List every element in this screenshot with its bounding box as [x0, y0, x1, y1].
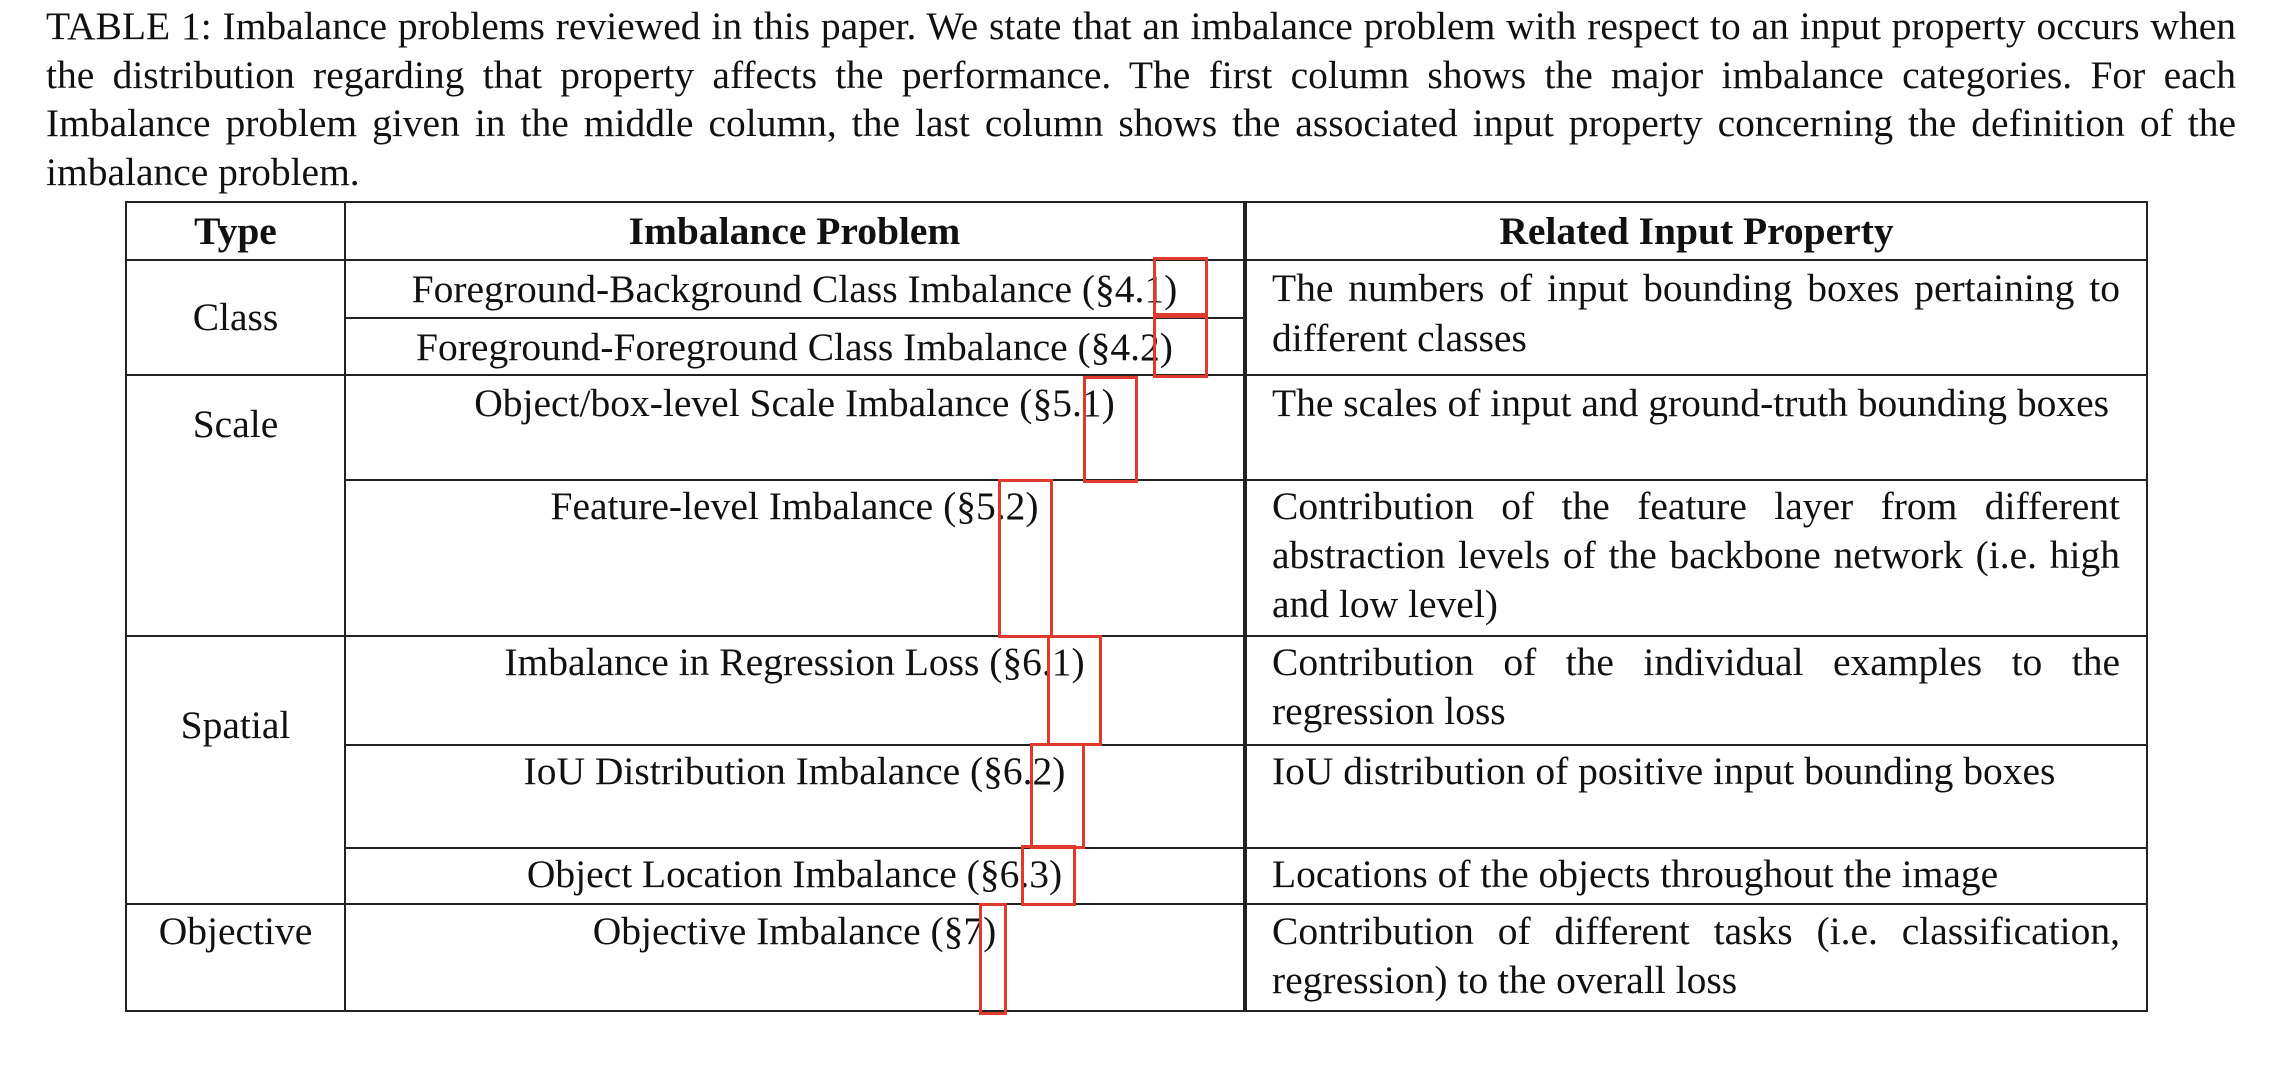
table-row: Objective Objective Imbalance (§7) Contr… — [125, 902, 2148, 1013]
property-cell: IoU distribution of positive input bound… — [1244, 743, 2148, 849]
table-row: Spatial Imbalance in Regression Loss (§6… — [125, 635, 2148, 905]
problem-cell: Object/box-level Scale Imbalance (§5.1) — [344, 374, 1247, 482]
table-caption: TABLE 1: Imbalance problems reviewed in … — [46, 4, 2236, 194]
problem-cell: Object Location Imbalance (§6.3) — [344, 846, 1247, 905]
problem-cell: IoU Distribution Imbalance (§6.2) — [344, 743, 1247, 849]
table-row: Object Location Imbalance (§6.3) Locatio… — [126, 846, 2148, 905]
problem-cell: Feature-level Imbalance (§5.2) — [344, 479, 1247, 638]
property-cell: Contribution of different tasks (i.e. cl… — [1244, 902, 2148, 1013]
header-related-input-property: Related Input Property — [1244, 201, 2148, 261]
table-row: Feature-level Imbalance (§5.2) Contribut… — [126, 479, 2148, 638]
table-row: Scale Object/box-level Scale Imbalance (… — [125, 374, 2148, 638]
table-row: IoU Distribution Imbalance (§6.2) IoU di… — [126, 743, 2148, 849]
header-imbalance-problem: Imbalance Problem — [344, 201, 1247, 261]
property-cell: Locations of the objects throughout the … — [1244, 846, 2148, 905]
table-header-row: Type Imbalance Problem Related Input Pro… — [125, 201, 2148, 261]
problem-cell: Objective Imbalance (§7) — [344, 902, 1247, 1013]
problem-cell: Foreground-Background Class Imbalance (§… — [344, 258, 1247, 320]
type-cell-class: Class — [125, 258, 346, 377]
property-cell: Contribution of the individual examples … — [1244, 635, 2148, 746]
header-type: Type — [125, 201, 346, 261]
problem-cell: Imbalance in Regression Loss (§6.1) — [344, 635, 1247, 746]
property-cell: Contribution of the feature layer from d… — [1244, 479, 2148, 638]
table-row: Class Foreground-Background Class Imbala… — [125, 258, 2148, 377]
property-cell: The scales of input and ground-truth bou… — [1244, 374, 2148, 482]
type-cell-scale: Scale — [125, 374, 346, 638]
imbalance-table: Type Imbalance Problem Related Input Pro… — [125, 201, 2148, 1013]
property-cell: The numbers of input bounding boxes pert… — [1244, 258, 2148, 377]
type-cell-spatial: Spatial — [125, 635, 346, 905]
type-cell-objective: Objective — [125, 902, 346, 1013]
problem-cell: Foreground-Foreground Class Imbalance (§… — [344, 317, 1247, 377]
